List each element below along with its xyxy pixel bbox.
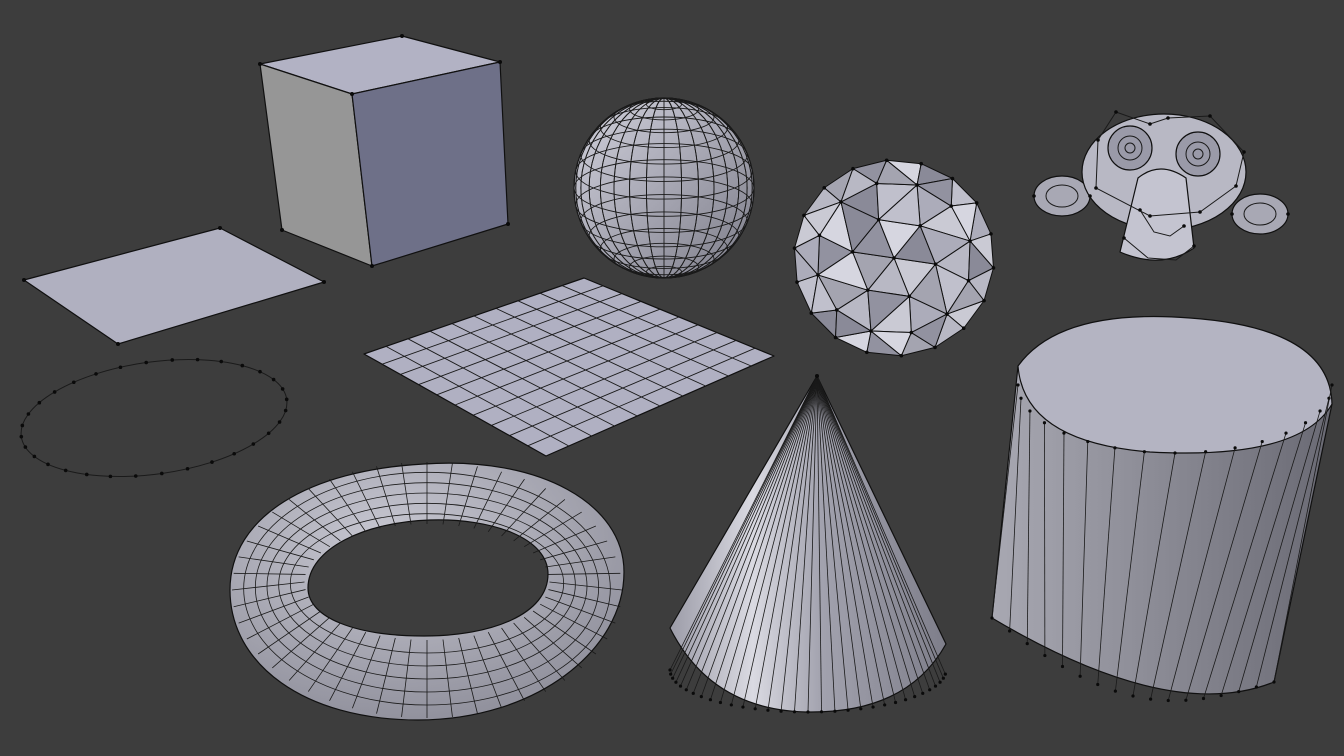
icosphere-mesh-icon[interactable] — [792, 158, 996, 358]
torus-mesh-icon[interactable] — [229, 462, 625, 721]
cylinder-mesh-icon[interactable] — [990, 315, 1334, 703]
circle-mesh-icon[interactable] — [14, 344, 295, 492]
viewport-canvas[interactable] — [0, 0, 1344, 756]
uv-sphere-mesh-icon[interactable] — [573, 97, 755, 279]
monkey-mesh-icon[interactable] — [1032, 110, 1290, 261]
3d-viewport[interactable] — [0, 0, 1344, 756]
plane-mesh-icon[interactable] — [22, 226, 326, 346]
grid-mesh-icon[interactable] — [363, 277, 775, 457]
cone-mesh-icon[interactable] — [668, 374, 947, 714]
cube-mesh-icon[interactable] — [258, 34, 510, 268]
